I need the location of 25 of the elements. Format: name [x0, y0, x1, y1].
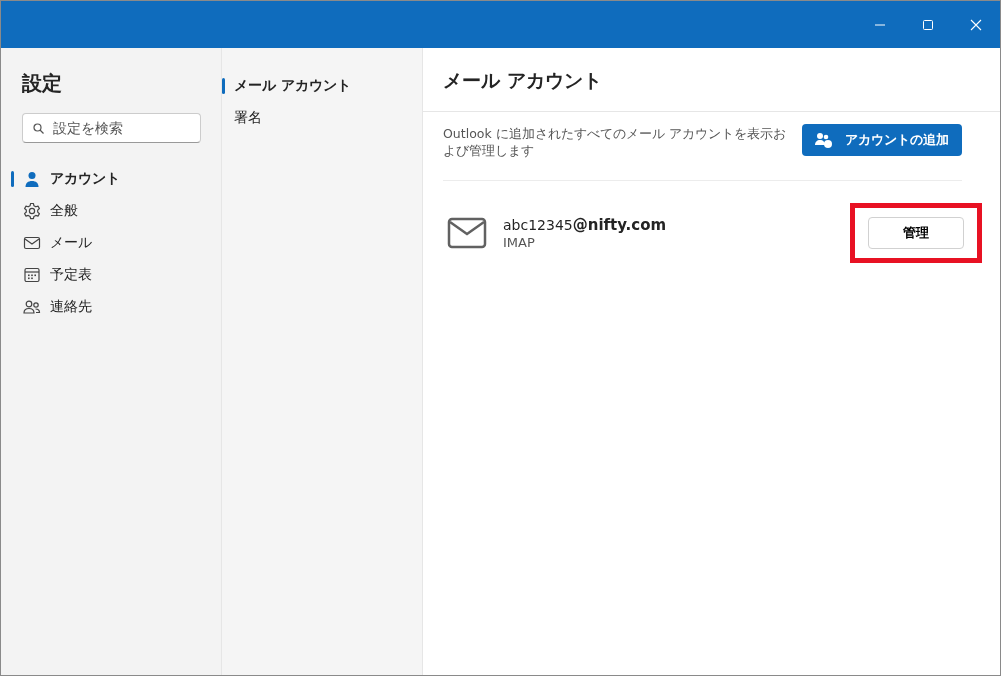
envelope-icon: [447, 216, 487, 249]
search-field[interactable]: 設定を検索: [22, 113, 201, 143]
nav-item[interactable]: 予定表: [1, 259, 221, 291]
description-text: Outlook に追加されたすべてのメール アカウントを表示および管理します: [443, 126, 787, 160]
account-address: abc12345@nifty.com: [503, 215, 668, 235]
manage-button[interactable]: 管理: [868, 216, 964, 249]
nav-item[interactable]: アカウント: [1, 163, 221, 195]
account-type: IMAP: [503, 234, 536, 250]
maximize-icon: [922, 18, 934, 31]
person-icon: [23, 170, 41, 188]
calendar-icon: [23, 266, 41, 284]
close-icon: [970, 18, 982, 31]
page-title: メール アカウント: [423, 48, 1000, 112]
people-icon: [23, 298, 41, 316]
search-icon: [33, 123, 44, 134]
gear-icon: [23, 202, 41, 220]
subnav-item[interactable]: メール アカウント: [222, 70, 422, 102]
subnav-item[interactable]: 署名: [222, 102, 422, 134]
nav-item[interactable]: メール: [1, 227, 221, 259]
nav-item[interactable]: 連絡先: [1, 291, 221, 323]
mail-icon: [23, 234, 41, 252]
nav-item[interactable]: 全般: [1, 195, 221, 227]
people-add-icon: [814, 131, 834, 149]
add-account-button[interactable]: アカウントの追加: [802, 124, 962, 156]
settings-title: 設定: [22, 70, 63, 97]
